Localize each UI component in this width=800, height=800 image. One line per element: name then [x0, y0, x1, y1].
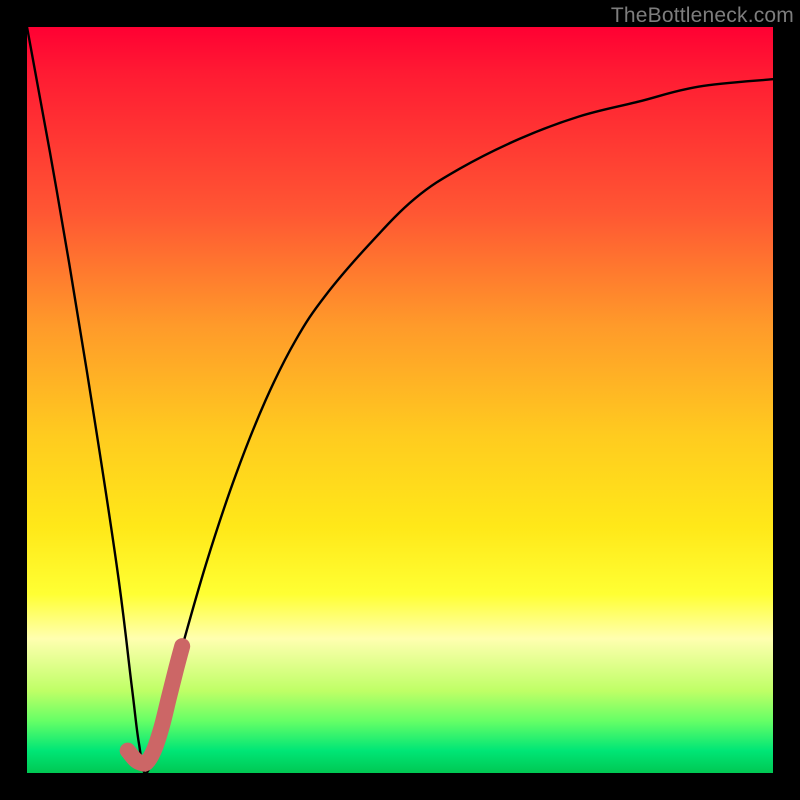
- plot-area: [27, 27, 773, 773]
- bottleneck-curve: [27, 27, 773, 773]
- watermark-text: TheBottleneck.com: [611, 4, 794, 28]
- highlight-segment: [128, 646, 183, 763]
- curve-overlay: [27, 27, 773, 773]
- chart-frame: TheBottleneck.com: [0, 0, 800, 800]
